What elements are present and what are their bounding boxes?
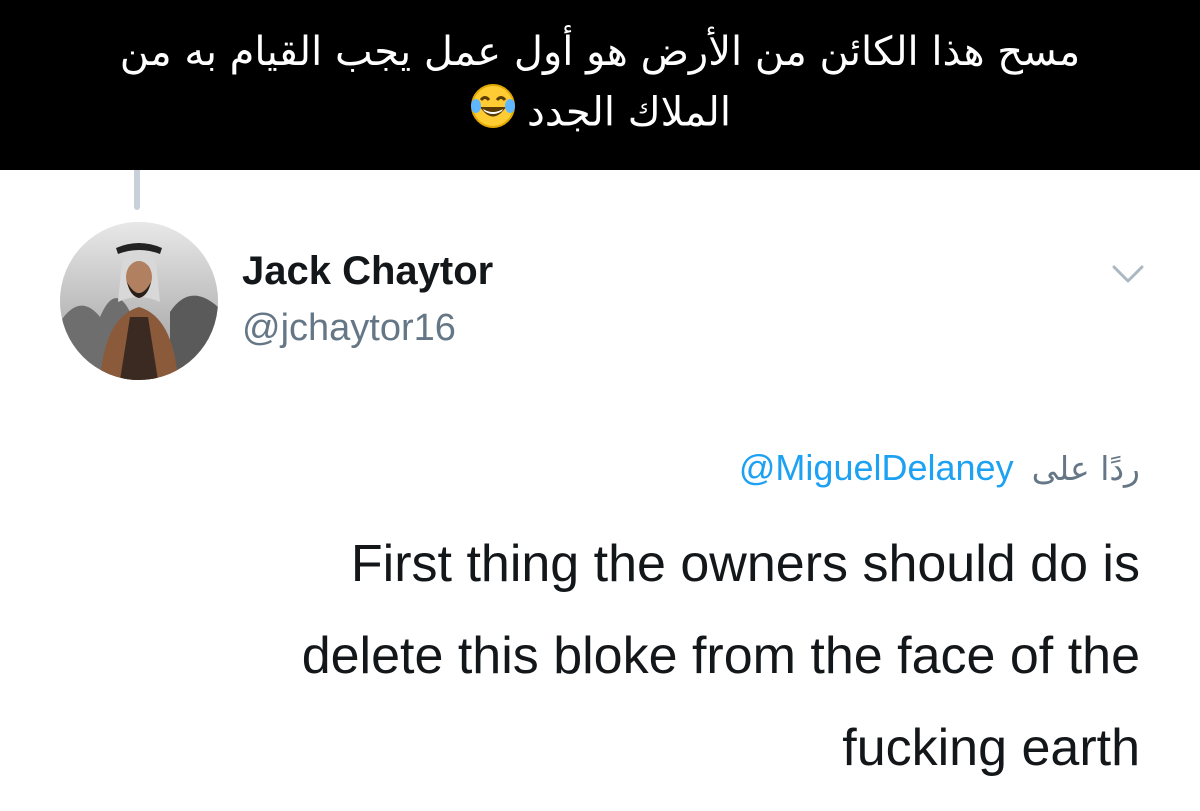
- author-display-name[interactable]: Jack Chaytor: [242, 248, 493, 294]
- reply-mention-link[interactable]: @MiguelDelaney: [739, 447, 1014, 488]
- caption-banner: مسح هذا الكائن من الأرض هو أول عمل يجب ا…: [0, 0, 1200, 170]
- caption-line-2: الملاك الجدد: [527, 89, 731, 136]
- caption-line-1: مسح هذا الكائن من الأرض هو أول عمل يجب ا…: [119, 29, 1081, 75]
- chevron-down-icon[interactable]: [1110, 262, 1146, 286]
- caption-line-2-wrap: الملاك الجدد: [40, 82, 1160, 147]
- face-with-tears-of-joy-icon: [469, 82, 517, 147]
- tweet-text-line-1: First thing the owners should do is: [350, 535, 1140, 593]
- profile-avatar[interactable]: [60, 222, 218, 380]
- thread-connector-line: [134, 170, 140, 210]
- tweet-text-line-3: fucking earth: [842, 719, 1140, 777]
- tweet-text: First thing the owners should do is dele…: [140, 518, 1140, 794]
- author-handle[interactable]: @jchaytor16: [242, 306, 456, 350]
- avatar-photo: [60, 222, 218, 380]
- tweet-text-line-2: delete this bloke from the face of the: [301, 627, 1140, 685]
- reply-label: ردًا على: [1031, 449, 1140, 488]
- reply-context: @MiguelDelaney ردًا على: [739, 446, 1140, 491]
